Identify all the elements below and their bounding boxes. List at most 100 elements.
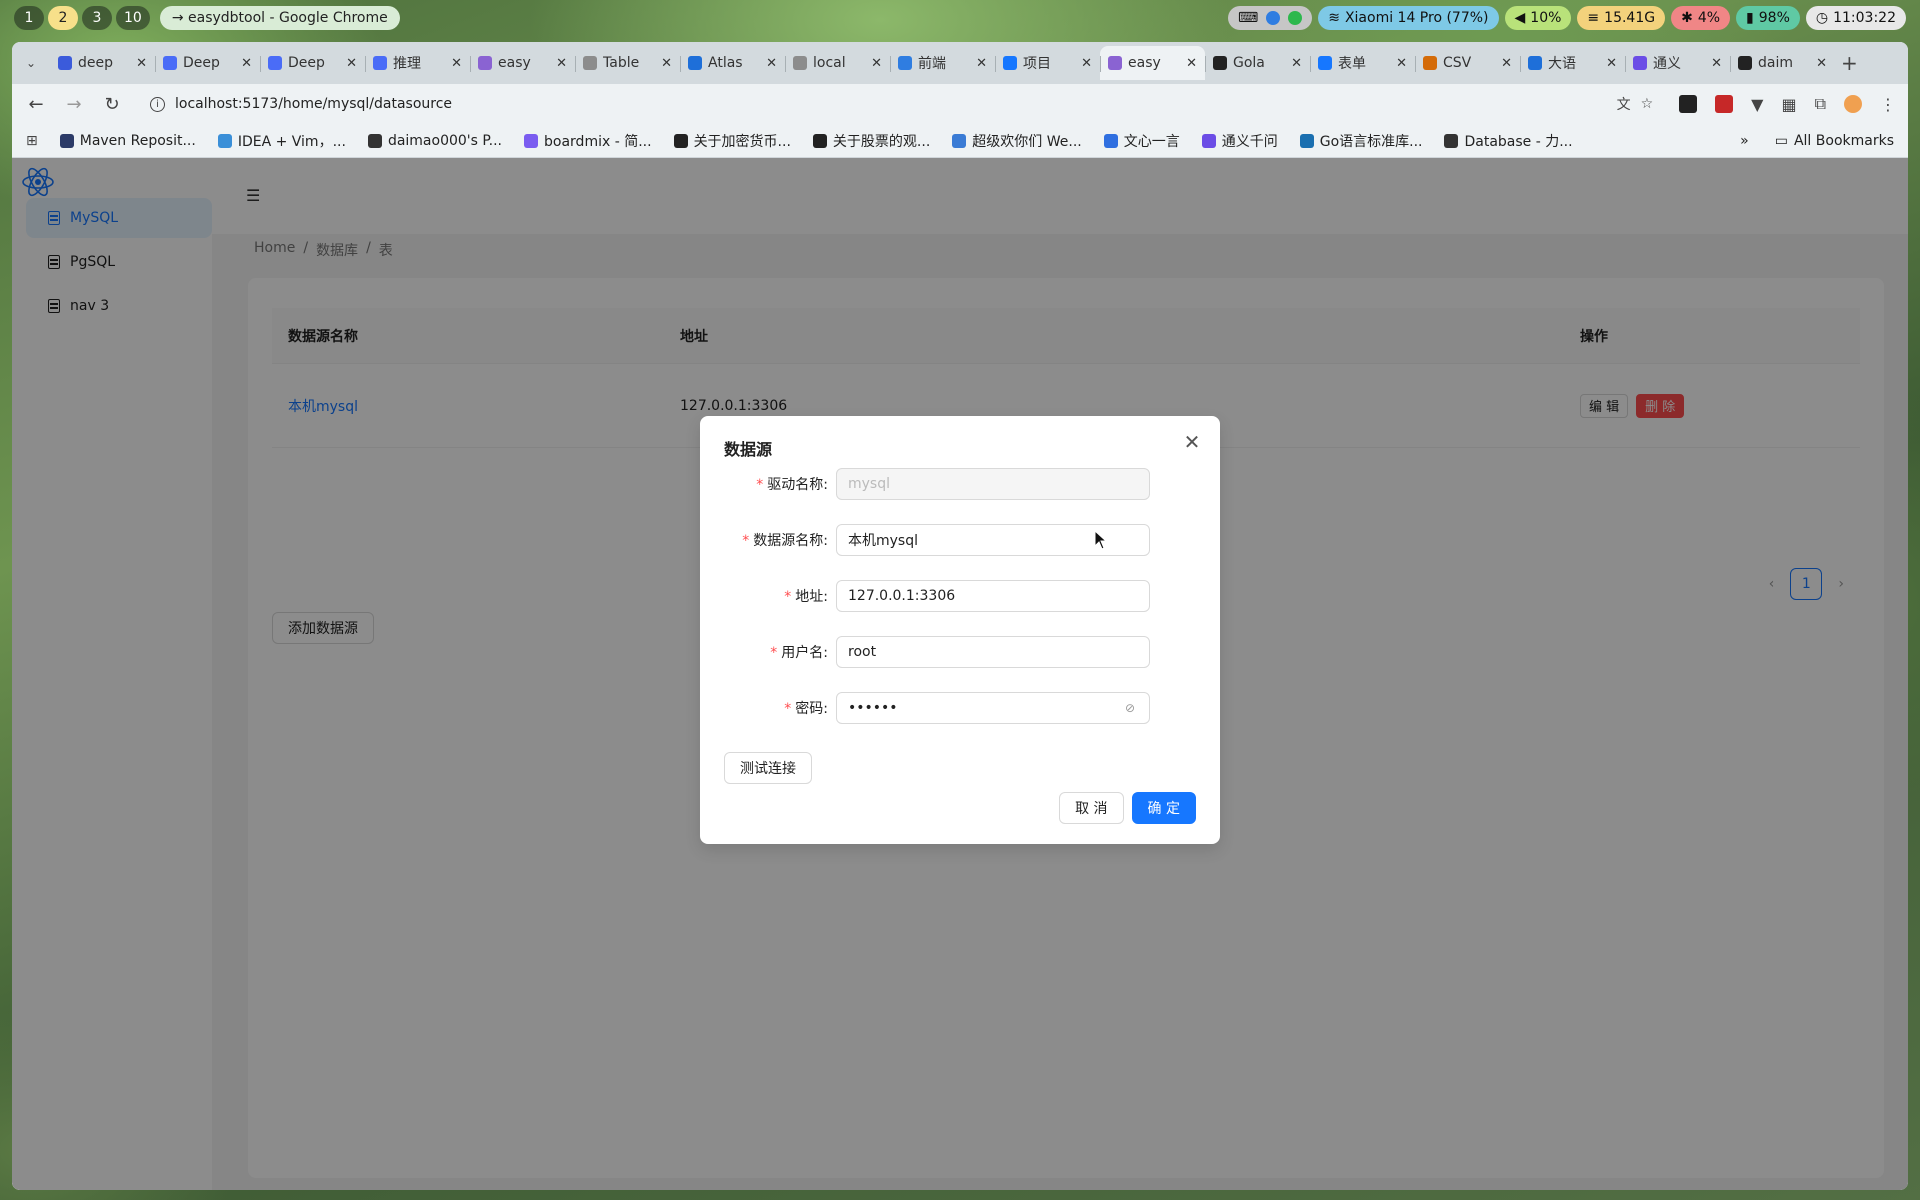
modal-title: 数据源 <box>724 440 773 459</box>
tab-label: 表单 <box>1338 56 1366 72</box>
tab-label: local <box>813 55 846 71</box>
test-connection-button[interactable]: 测试连接 <box>724 752 812 784</box>
browser-tab[interactable]: easy ✕ <box>1100 46 1205 80</box>
browser-tab[interactable]: Atlas ✕ <box>680 46 785 80</box>
bookmark-item[interactable]: 超级欢你们 We... <box>952 131 1082 151</box>
tab-label: easy <box>1128 55 1161 71</box>
tab-close-icon[interactable]: ✕ <box>1186 56 1197 71</box>
bookmark-label: Maven Reposit... <box>79 132 196 149</box>
tab-close-icon[interactable]: ✕ <box>1816 56 1827 71</box>
tab-close-icon[interactable]: ✕ <box>661 56 672 71</box>
browser-tab[interactable]: 项目 ✕ <box>995 46 1100 80</box>
tab-label: 通义 <box>1653 56 1681 72</box>
browser-tab[interactable]: 表单 ✕ <box>1310 46 1415 80</box>
bookmark-item[interactable]: Maven Reposit... <box>59 131 196 151</box>
bookmark-item[interactable]: 关于股票的观... <box>812 131 930 151</box>
eye-invisible-icon[interactable]: ⊘ <box>1125 701 1139 715</box>
tab-close-icon[interactable]: ✕ <box>1396 56 1407 71</box>
keyboard-icon[interactable]: ⌨ <box>1238 10 1258 26</box>
tab-close-icon[interactable]: ✕ <box>766 56 777 71</box>
tab-close-icon[interactable]: ✕ <box>1501 56 1512 71</box>
browser-tab[interactable]: Table ✕ <box>575 46 680 80</box>
browser-tab[interactable]: CSV ✕ <box>1415 46 1520 80</box>
wechat-icon[interactable] <box>1288 11 1303 25</box>
address-url[interactable]: localhost:5173/home/mysql/datasource <box>175 96 1607 112</box>
bookmark-item[interactable]: Go语言标准库... <box>1299 131 1422 151</box>
bookmark-item[interactable]: IDEA + Vim，... <box>217 131 346 151</box>
reload-icon[interactable]: ↻ <box>100 94 124 115</box>
bookmark-item[interactable]: 文心一言 <box>1103 131 1180 151</box>
bookmark-item[interactable]: Database - 力... <box>1444 131 1573 151</box>
extensions-area: ▼ ▦ ⧉ ⋮ <box>1679 94 1896 114</box>
telegram-icon[interactable] <box>1266 11 1281 25</box>
forward-arrow-icon[interactable]: → <box>62 94 86 115</box>
wifi-status[interactable]: ≋ Xiaomi 14 Pro (77%) <box>1318 6 1499 30</box>
address-input[interactable]: 127.0.0.1:3306 <box>836 580 1150 612</box>
bookmark-item[interactable]: daimao000's P... <box>367 131 502 151</box>
bookmark-item[interactable]: 关于加密货币... <box>673 131 791 151</box>
tab-close-icon[interactable]: ✕ <box>1711 56 1722 71</box>
volume-status[interactable]: ◀ 10% <box>1504 6 1572 30</box>
browser-tab[interactable]: 大语 ✕ <box>1520 46 1625 80</box>
bookmark-star-icon[interactable]: ☆ <box>1641 96 1654 112</box>
profile-avatar[interactable] <box>1844 95 1862 113</box>
site-info-icon[interactable]: i <box>150 96 165 112</box>
username-input[interactable]: root <box>836 636 1150 668</box>
cancel-button[interactable]: 取 消 <box>1059 792 1124 824</box>
bookmark-item[interactable]: boardmix - 简... <box>524 131 652 151</box>
workspace-2[interactable]: 2 <box>48 6 78 30</box>
password-input[interactable]: •••••• ⊘ <box>836 692 1150 724</box>
all-bookmarks-folder[interactable]: ▭ All Bookmarks <box>1775 133 1894 149</box>
browser-tab[interactable]: Deep ✕ <box>155 46 260 80</box>
tab-label: deep <box>78 55 113 71</box>
extensions-puzzle-icon[interactable]: ⧉ <box>1815 94 1826 114</box>
extension-red-icon[interactable] <box>1715 95 1734 113</box>
browser-window: ⌄ deep ✕ Deep ✕ Deep ✕ 推理 ✕ easy ✕ Table ✕ Atlas ✕ loc… <box>12 42 1908 1190</box>
tab-close-icon[interactable]: ✕ <box>346 56 357 71</box>
more-bookmarks-chevron-icon[interactable]: » <box>1740 133 1749 149</box>
browser-tab[interactable]: Deep ✕ <box>260 46 365 80</box>
tab-label: Gola <box>1233 55 1265 71</box>
bookmark-label: IDEA + Vim，... <box>237 133 346 150</box>
browser-tab[interactable]: local ✕ <box>785 46 890 80</box>
tab-close-icon[interactable]: ✕ <box>1081 56 1092 71</box>
tab-close-icon[interactable]: ✕ <box>1291 56 1302 71</box>
tab-close-icon[interactable]: ✕ <box>1606 56 1617 71</box>
browser-tab[interactable]: deep ✕ <box>50 46 155 80</box>
browser-tab[interactable]: 通义 ✕ <box>1625 46 1730 80</box>
bookmark-favicon-icon <box>1444 133 1459 148</box>
browser-tab[interactable]: 前端 ✕ <box>890 46 995 80</box>
translate-icon[interactable]: 文 <box>1617 94 1631 114</box>
workspace-3[interactable]: 3 <box>82 6 112 30</box>
close-icon[interactable]: ✕ <box>1182 432 1202 452</box>
mouse-cursor-icon <box>1094 530 1108 550</box>
tab-close-icon[interactable]: ✕ <box>556 56 567 71</box>
extension-tampermonkey-icon[interactable] <box>1679 95 1698 113</box>
browser-tab[interactable]: easy ✕ <box>470 46 575 80</box>
browser-tab[interactable]: 推理 ✕ <box>365 46 470 80</box>
driver-label: 驱动名称 <box>767 477 824 493</box>
tab-close-icon[interactable]: ✕ <box>976 56 987 71</box>
tab-search-chevron-icon[interactable]: ⌄ <box>18 50 44 76</box>
back-arrow-icon[interactable]: ← <box>24 94 48 115</box>
browser-tab[interactable]: daim ✕ <box>1730 46 1835 80</box>
address-bar[interactable]: i localhost:5173/home/mysql/datasource 文… <box>138 88 1666 120</box>
extension-grid-icon[interactable]: ▦ <box>1781 95 1796 114</box>
extension-vue-icon[interactable]: ▼ <box>1751 95 1763 114</box>
form-row-address: * 地址: 127.0.0.1:3306 <box>700 580 1220 612</box>
tab-close-icon[interactable]: ✕ <box>451 56 462 71</box>
ok-button[interactable]: 确 定 <box>1131 792 1196 824</box>
tab-close-icon[interactable]: ✕ <box>871 56 882 71</box>
tab-close-icon[interactable]: ✕ <box>241 56 252 71</box>
vite-icon <box>478 56 492 70</box>
browser-tab[interactable]: Gola ✕ <box>1205 46 1310 80</box>
workspace-10[interactable]: 10 <box>116 6 150 30</box>
workspace-1[interactable]: 1 <box>14 6 44 30</box>
kebab-menu-icon[interactable]: ⋮ <box>1880 95 1896 114</box>
tab-label: daim <box>1758 55 1793 71</box>
new-tab-plus-icon[interactable]: + <box>1841 51 1858 75</box>
apps-grid-icon[interactable]: ⊞ <box>26 133 38 149</box>
tab-close-icon[interactable]: ✕ <box>136 56 147 71</box>
bookmark-item[interactable]: 通义千问 <box>1201 131 1278 151</box>
github-icon <box>1738 56 1752 70</box>
